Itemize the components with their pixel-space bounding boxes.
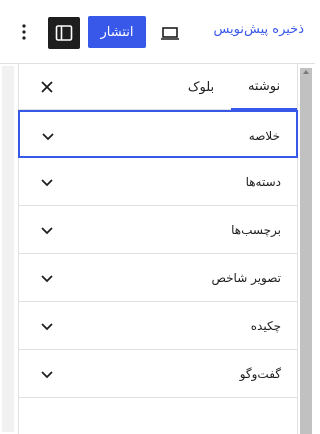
- panel-tags[interactable]: برچسب‌ها: [19, 206, 297, 254]
- chevron-down-icon: [41, 227, 53, 235]
- panel-tags-label: برچسب‌ها: [231, 223, 281, 237]
- scrollbar-track[interactable]: [2, 66, 14, 432]
- editor-header: انتشار ذخیره پیش‌نویس: [0, 0, 315, 64]
- sidebar-panel-area: نوشته بلوک خلاصه دسته‌ها برچسب‌ها: [18, 64, 298, 434]
- sidebar-settings-icon: [55, 25, 73, 41]
- panel-excerpt[interactable]: چکیده: [19, 302, 297, 350]
- panel-summary[interactable]: خلاصه: [18, 110, 298, 158]
- chevron-down-icon: [41, 371, 53, 379]
- chevron-down-icon: [42, 133, 54, 141]
- chevron-down-icon: [41, 179, 53, 187]
- scrollbar-thumb[interactable]: [300, 68, 312, 434]
- tab-block[interactable]: بلوک: [171, 64, 231, 110]
- options-menu-button[interactable]: [12, 20, 36, 44]
- tab-post[interactable]: نوشته: [231, 64, 297, 110]
- desktop-preview-icon: [161, 27, 179, 40]
- panel-discussion-label: گفت‌وگو: [239, 367, 281, 381]
- scroll-up-arrow-icon[interactable]: [303, 70, 309, 74]
- panel-summary-label: خلاصه: [248, 129, 280, 143]
- sidebar-tabs: نوشته بلوک: [19, 64, 297, 110]
- panel-excerpt-label: چکیده: [250, 319, 281, 333]
- more-vertical-icon: [22, 24, 26, 40]
- settings-sidebar: نوشته بلوک خلاصه دسته‌ها برچسب‌ها: [0, 64, 315, 434]
- publish-button[interactable]: انتشار: [88, 16, 146, 48]
- close-icon: [41, 81, 53, 93]
- close-sidebar-button[interactable]: [37, 77, 57, 97]
- save-draft-button[interactable]: ذخیره پیش‌نویس: [200, 22, 304, 44]
- preview-button[interactable]: [156, 19, 184, 47]
- panel-featured-image-label: تصویر شاخص: [211, 271, 281, 285]
- settings-toggle-button[interactable]: [48, 17, 80, 49]
- chevron-down-icon: [41, 323, 53, 331]
- panel-categories-label: دسته‌ها: [245, 175, 281, 189]
- panel-discussion[interactable]: گفت‌وگو: [19, 350, 297, 398]
- panel-featured-image[interactable]: تصویر شاخص: [19, 254, 297, 302]
- chevron-down-icon: [41, 275, 53, 283]
- panel-categories[interactable]: دسته‌ها: [19, 158, 297, 206]
